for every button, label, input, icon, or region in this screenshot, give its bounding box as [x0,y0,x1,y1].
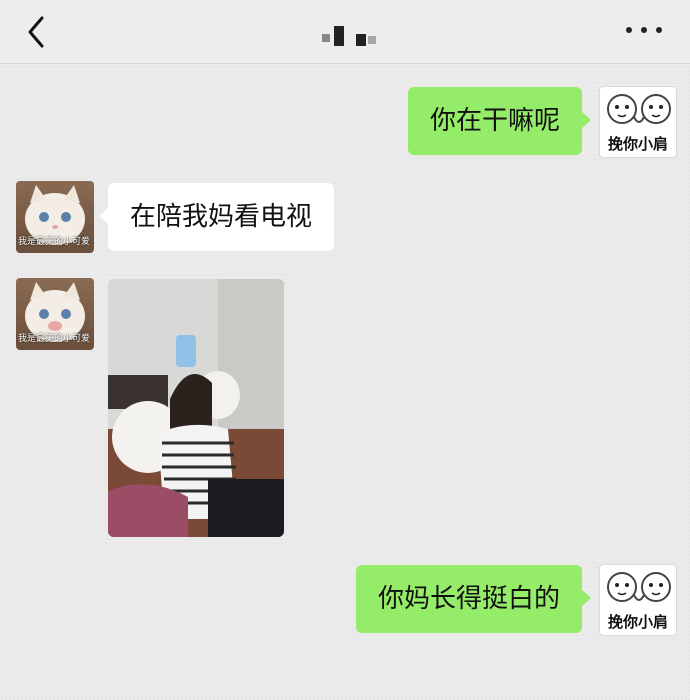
message-text: 你妈长得挺白的 [377,584,560,614]
chat-area: 你在干嘛呢 挽你小肩 我是最美的小可爱 在陪我妈看电视 我是最美的小可爱 你妈长… [0,65,690,700]
room-photo-illustration [108,279,284,537]
avatar-self[interactable]: 挽你小肩 [599,86,677,158]
meme-face-icon [607,94,671,124]
avatar-caption: 挽你小肩 [607,135,668,153]
avatar-caption: 我是最美的小可爱 [18,334,91,344]
message-text: 你在干嘛呢 [429,106,560,136]
redacted-chat-title [320,22,390,50]
message-text: 在陪我妈看电视 [130,202,313,232]
avatar-contact[interactable]: 我是最美的小可爱 [16,181,94,253]
message-bubble-outgoing[interactable]: 你妈长得挺白的 [355,565,592,633]
more-dots-icon[interactable] [626,22,662,38]
chevron-left-icon[interactable] [22,14,52,50]
message-bubble-incoming[interactable]: 在陪我妈看电视 [98,183,335,251]
meme-face-icon [607,572,671,602]
avatar-contact[interactable]: 我是最美的小可爱 [16,278,94,350]
avatar-self[interactable]: 挽你小肩 [599,564,677,636]
message-bubble-outgoing[interactable]: 你在干嘛呢 [407,87,592,155]
avatar-caption: 挽你小肩 [607,613,668,631]
message-photo[interactable] [108,279,284,537]
chat-header [0,0,690,64]
avatar-caption: 我是最美的小可爱 [18,237,91,247]
